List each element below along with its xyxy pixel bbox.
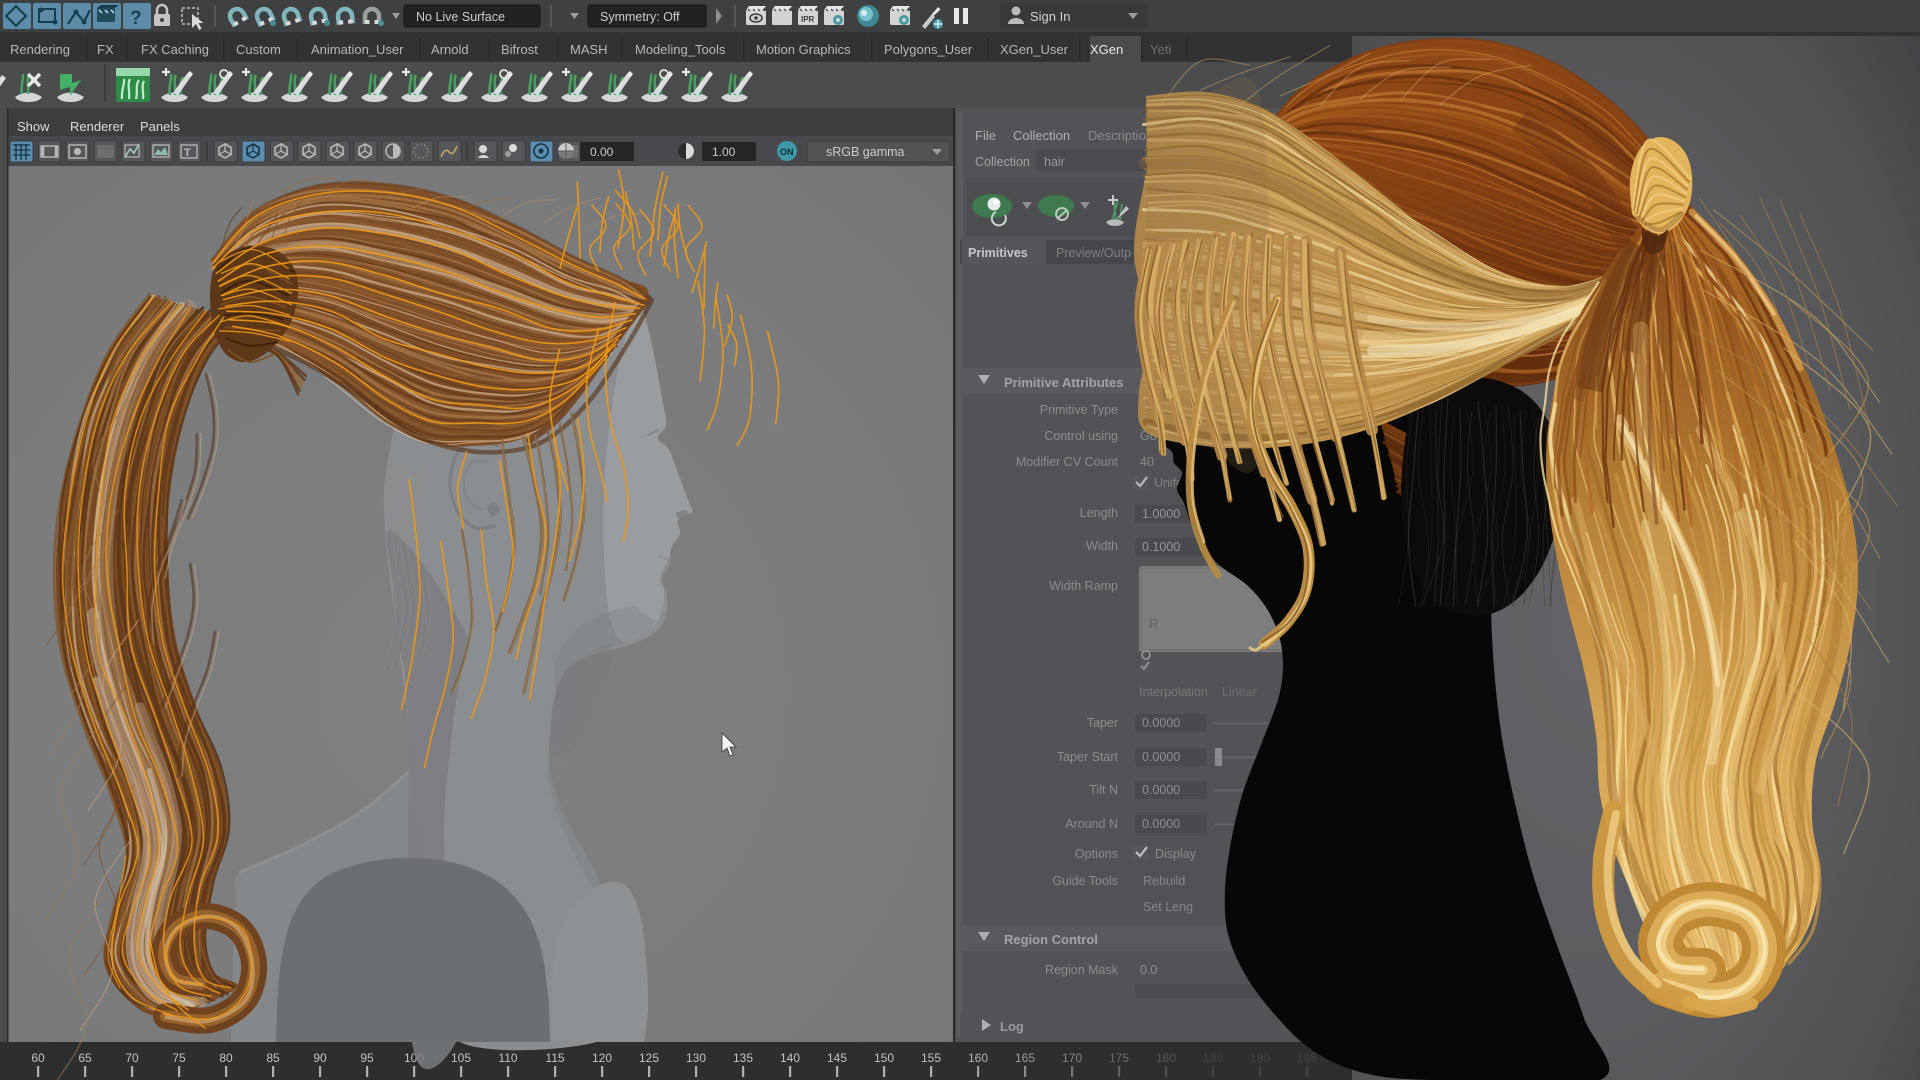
svg-text:155: 155 [921,1051,941,1065]
svg-text:Collection: Collection [1013,128,1070,143]
svg-text:Linear: Linear [1222,685,1257,699]
svg-text:Modeling_Tools: Modeling_Tools [635,42,726,57]
svg-text:0.0000: 0.0000 [1142,716,1180,730]
svg-text:No Live Surface: No Live Surface [416,10,505,24]
svg-text:Region Mask: Region Mask [1045,963,1119,977]
svg-text:Bifrost: Bifrost [501,42,538,57]
svg-text:MASH: MASH [570,42,608,57]
svg-text:0.00: 0.00 [590,145,614,159]
svg-text:hair: hair [1044,155,1065,169]
svg-text:Motion Graphics: Motion Graphics [756,42,851,57]
svg-text:190: 190 [1250,1051,1270,1065]
svg-text:105: 105 [451,1051,471,1065]
svg-text:XGen_User: XGen_User [1000,42,1069,57]
svg-text:Display: Display [1155,847,1197,861]
svg-text:Primitive Attributes: Primitive Attributes [1004,375,1123,390]
svg-text:Region Control: Region Control [1004,932,1098,947]
svg-text:90: 90 [313,1051,327,1065]
svg-text:Taper Start: Taper Start [1057,750,1119,764]
svg-text:0.0: 0.0 [1140,963,1157,977]
svg-text:185: 185 [1203,1051,1223,1065]
svg-text:Interpolation: Interpolation [1139,685,1208,699]
svg-text:Modifier CV Count: Modifier CV Count [1016,455,1119,469]
svg-text:Log: Log [1000,1019,1024,1034]
svg-text:Rebuild: Rebuild [1143,874,1185,888]
svg-text:Panels: Panels [140,119,180,134]
svg-text:135: 135 [733,1051,753,1065]
svg-text:70: 70 [125,1051,139,1065]
svg-text:Set Leng: Set Leng [1143,900,1193,914]
svg-text:1.00: 1.00 [712,145,736,159]
svg-text:115: 115 [545,1051,564,1065]
svg-text:Control using: Control using [1044,429,1118,443]
svg-text:Width: Width [1086,539,1118,553]
svg-text:Symmetry: Off: Symmetry: Off [600,10,680,24]
svg-text:?: ? [130,8,142,29]
svg-text:Polygons_User: Polygons_User [884,42,973,57]
svg-text:170: 170 [1062,1051,1082,1065]
svg-text:85: 85 [266,1051,280,1065]
svg-text:Yeti: Yeti [1150,42,1171,57]
svg-text:sRGB gamma: sRGB gamma [826,145,905,159]
svg-text:150: 150 [874,1051,894,1065]
svg-text:120: 120 [592,1051,612,1065]
svg-text:95: 95 [360,1051,374,1065]
svg-text:Arnold: Arnold [431,42,469,57]
svg-text:Preview/Outp: Preview/Outp [1056,246,1131,260]
svg-text:T: T [184,147,191,159]
svg-text:0.1000: 0.1000 [1142,540,1180,554]
svg-text:195: 195 [1297,1051,1317,1065]
svg-text:160: 160 [968,1051,988,1065]
svg-text:1.0000: 1.0000 [1142,507,1180,521]
svg-text:130: 130 [686,1051,706,1065]
svg-text:Primitives: Primitives [968,246,1028,260]
svg-text:IPR: IPR [801,15,815,24]
svg-text:Width Ramp: Width Ramp [1049,579,1118,593]
svg-text:180: 180 [1156,1051,1176,1065]
svg-text:Tilt N: Tilt N [1089,783,1118,797]
svg-text:Options: Options [1075,847,1118,861]
svg-text:175: 175 [1109,1051,1129,1065]
svg-text:Show: Show [17,119,50,134]
svg-text:FX Caching: FX Caching [141,42,209,57]
svg-text:75: 75 [172,1051,186,1065]
svg-text:Sign In: Sign In [1030,9,1070,24]
svg-text:Length: Length [1080,506,1118,520]
svg-text:Guide Tools: Guide Tools [1052,874,1118,888]
svg-text:110: 110 [498,1051,517,1065]
svg-text:FX: FX [97,42,114,57]
svg-text:Custom: Custom [236,42,281,57]
svg-text:80: 80 [219,1051,233,1065]
svg-text:Collection: Collection [975,155,1030,169]
svg-text:ON: ON [780,147,794,157]
svg-text:165: 165 [1015,1051,1035,1065]
svg-text:60: 60 [31,1051,45,1065]
svg-text:65: 65 [78,1051,92,1065]
svg-text:140: 140 [780,1051,800,1065]
svg-text:0.0000: 0.0000 [1142,783,1180,797]
svg-text:125: 125 [639,1051,659,1065]
svg-text:40: 40 [1140,455,1154,469]
svg-text:XGen: XGen [1090,42,1123,57]
svg-text:Renderer: Renderer [70,119,125,134]
svg-text:0.0000: 0.0000 [1142,750,1180,764]
svg-text:R: R [1149,616,1158,631]
svg-text:Animation_User: Animation_User [311,42,404,57]
svg-text:Rendering: Rendering [10,42,70,57]
svg-text:0.0000: 0.0000 [1142,817,1180,831]
svg-text:Taper: Taper [1087,716,1118,730]
svg-text:Primitive Type: Primitive Type [1040,403,1118,417]
svg-text:Around N: Around N [1065,817,1118,831]
svg-text:File: File [975,128,996,143]
svg-text:145: 145 [827,1051,847,1065]
